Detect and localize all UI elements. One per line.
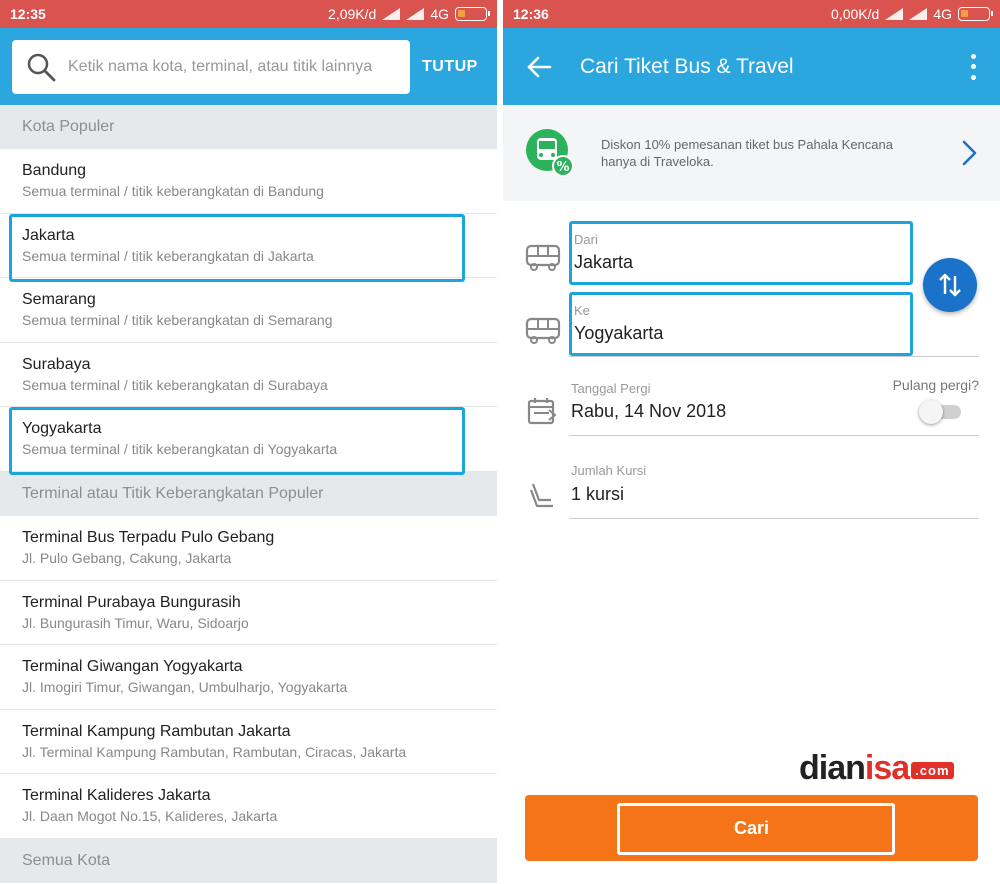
list-item[interactable]: Yogyakarta Semua terminal / titik keberan…: [0, 407, 497, 475]
origin-value: Jakarta: [574, 252, 634, 272]
status-bar: 12:35 2,09K/d 4G: [0, 0, 497, 28]
departure-date-field[interactable]: Tanggal Pergi Rabu, 14 Nov 2018 Pulang p…: [569, 371, 979, 436]
swap-icon: [939, 273, 961, 297]
list-item[interactable]: Terminal Kalideres Jakarta Jl. Daan Mogot…: [0, 774, 497, 839]
list-item[interactable]: Surabaya Semua terminal / titik keberangk…: [0, 343, 497, 408]
section-header: Terminal atau Titik Keberangkatan Popule…: [0, 471, 497, 516]
watermark-logo: dianisa .com: [799, 749, 954, 788]
status-time: 12:36: [513, 6, 549, 22]
section-header: Semua Kota: [0, 838, 497, 883]
network-type: 4G: [933, 6, 952, 22]
network-speed: 2,09K/d: [328, 6, 377, 22]
search-form: Dari Jakarta Ke Yogyakarta Tanggal Pergi…: [503, 201, 1000, 787]
list-item-subtitle: Jl. Bungurasih Timur, Waru, Sidoarjo: [22, 614, 249, 631]
search-button[interactable]: Cari: [525, 795, 978, 861]
back-arrow-icon[interactable]: [525, 53, 553, 81]
seat-count-value: 1 kursi: [571, 484, 625, 504]
search-button-label: Cari: [733, 817, 769, 838]
departure-date-label: Tanggal Pergi: [571, 381, 651, 396]
list-item[interactable]: Terminal Giwangan Yogyakarta Jl. Imogiri …: [0, 645, 497, 710]
search-box[interactable]: [12, 39, 410, 94]
list-item-title: Terminal Kampung Rambutan Jakarta: [22, 722, 291, 740]
origin-label: Dari: [574, 232, 598, 247]
destination-field[interactable]: Ke Yogyakarta: [569, 292, 913, 356]
destination-label: Ke: [574, 303, 590, 318]
status-bar: 12:36 0,00K/d 4G: [503, 0, 1000, 28]
swap-button[interactable]: [923, 258, 977, 312]
seat-count-field[interactable]: Jumlah Kursi 1 kursi: [569, 453, 979, 519]
location-search-screen: 12:35 2,09K/d 4G TUTUP Kota PopulerBandu…: [0, 0, 497, 884]
list-item-title: Semarang: [22, 291, 96, 309]
bus-icon: [525, 317, 561, 344]
list-item-subtitle: Semua terminal / titik keberangkatan di …: [22, 376, 328, 393]
list-item-title: Terminal Giwangan Yogyakarta: [22, 658, 243, 676]
list-item[interactable]: Bandung Semua terminal / titik keberangka…: [0, 149, 497, 214]
promo-banner[interactable]: % Diskon 10% pemesanan tiket bus Pahala …: [503, 105, 1000, 201]
round-trip-label: Pulang pergi?: [892, 377, 979, 393]
signal-icon: [885, 8, 904, 20]
list-item-subtitle: Jl. Terminal Kampung Rambutan, Rambutan,…: [22, 743, 407, 760]
page-title: Cari Tiket Bus & Travel: [580, 54, 794, 78]
seat-icon: [529, 483, 553, 508]
search-input[interactable]: [68, 57, 398, 76]
list-item-subtitle: Jl. Imogiri Timur, Giwangan, Umbulharjo,…: [22, 679, 348, 696]
signal-icon: [382, 8, 401, 20]
list-item-subtitle: Jl. Daan Mogot No.15, Kalideres, Jakarta: [22, 808, 278, 825]
signal-icon: [909, 8, 928, 20]
list-item-subtitle: Semua terminal / titik keberangkatan di …: [22, 312, 333, 329]
list-item[interactable]: Semarang Semua terminal / titik keberangk…: [0, 278, 497, 343]
promo-text: Diskon 10% pemesanan tiket bus Pahala Ke…: [601, 137, 893, 169]
destination-value: Yogyakarta: [574, 323, 664, 343]
round-trip-toggle[interactable]: [919, 397, 963, 424]
network-type: 4G: [430, 6, 449, 22]
list-item-title: Jakarta: [22, 226, 75, 244]
list-item[interactable]: Terminal Kampung Rambutan Jakarta Jl. Ter…: [0, 710, 497, 775]
list-item-title: Surabaya: [22, 355, 91, 373]
list-item-title: Terminal Bus Terpadu Pulo Gebang: [22, 528, 275, 546]
location-list: Kota Populer Bandung Semua terminal / titi…: [0, 105, 497, 883]
list-item-title: Terminal Purabaya Bungurasih: [22, 593, 241, 611]
status-time: 12:35: [10, 6, 46, 22]
list-item-title: Bandung: [22, 162, 87, 179]
departure-date-value: Rabu, 14 Nov 2018: [571, 401, 727, 421]
search-bar: TUTUP: [0, 28, 497, 105]
list-item-title: Terminal Kalideres Jakarta: [22, 787, 211, 805]
bus-discount-icon: %: [526, 129, 574, 177]
network-speed: 0,00K/d: [831, 6, 880, 22]
calendar-icon: [527, 398, 557, 425]
list-item[interactable]: Jakarta Semua terminal / titik keberangka…: [0, 213, 497, 282]
battery-icon: [958, 7, 993, 21]
origin-field[interactable]: Dari Jakarta: [569, 221, 913, 285]
more-options-icon[interactable]: [968, 53, 978, 80]
chevron-right-icon: [962, 140, 977, 166]
close-button[interactable]: TUTUP: [422, 58, 478, 76]
list-item-subtitle: Jl. Pulo Gebang, Cakung, Jakarta: [22, 549, 232, 566]
list-item-title: Yogyakarta: [22, 420, 102, 438]
svg-text:%: %: [556, 160, 569, 175]
section-header: Kota Populer: [0, 105, 497, 149]
bus-icon: [525, 244, 561, 271]
list-item-subtitle: Semua terminal / titik keberangkatan di …: [22, 247, 314, 264]
battery-icon: [455, 7, 490, 21]
list-item-subtitle: Semua terminal / titik keberangkatan di …: [22, 183, 324, 199]
app-bar: Cari Tiket Bus & Travel: [503, 28, 1000, 105]
list-item-subtitle: Semua terminal / titik keberangkatan di …: [22, 441, 338, 458]
list-item[interactable]: Terminal Purabaya Bungurasih Jl. Bunguras…: [0, 581, 497, 646]
bus-search-screen: 12:36 0,00K/d 4G Cari Tiket Bus & Travel…: [503, 0, 1000, 884]
list-item[interactable]: Terminal Bus Terpadu Pulo Gebang Jl. Pulo…: [0, 516, 497, 581]
signal-icon: [406, 8, 425, 20]
search-icon: [27, 53, 56, 81]
seat-count-label: Jumlah Kursi: [571, 463, 647, 478]
